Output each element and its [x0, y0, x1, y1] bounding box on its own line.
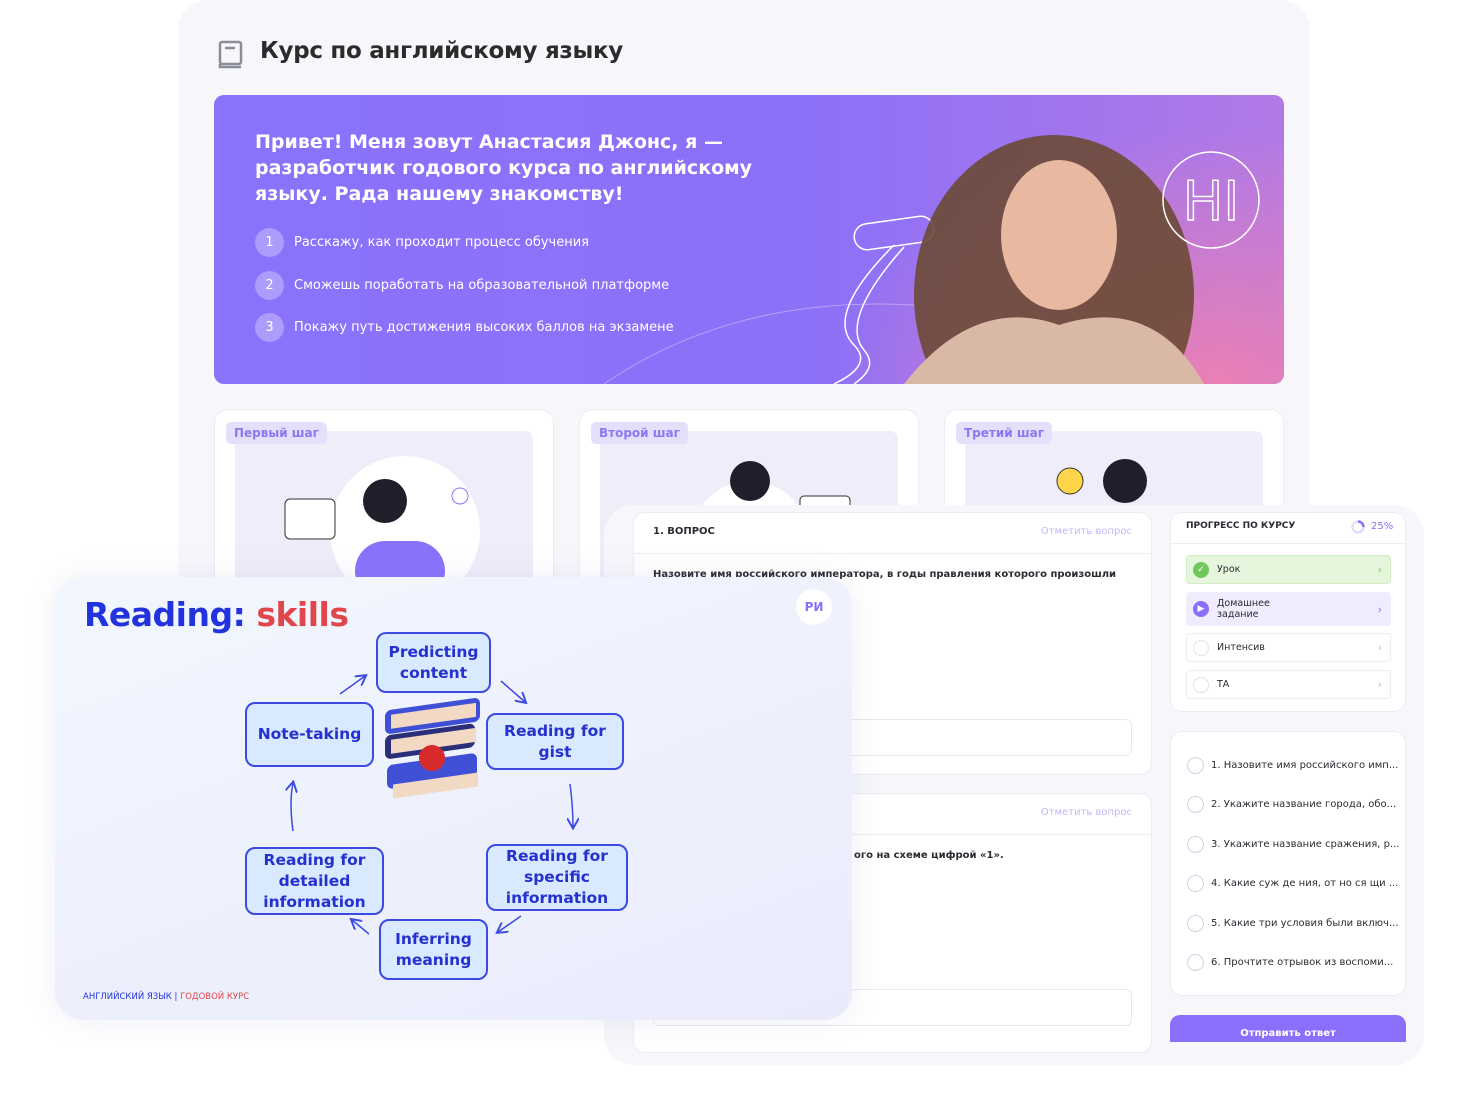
step-tag: Второй шаг — [591, 422, 688, 444]
arrow — [339, 676, 365, 695]
step-tag: Третий шаг — [956, 422, 1052, 444]
progress-item-ta[interactable]: ТА › — [1186, 670, 1391, 699]
chevron-right-icon: › — [1377, 641, 1382, 654]
chevron-right-icon: › — [1377, 602, 1382, 616]
hi-bubble-text: HI — [1183, 170, 1240, 233]
apple-icon — [419, 745, 445, 771]
item-label: Урок — [1217, 564, 1241, 575]
question-list-item[interactable]: 5. Какие три условия были включ... — [1187, 915, 1399, 932]
page-title: Курс по английскому языку — [260, 38, 623, 64]
question-text: ого на схеме цифрой «1». — [854, 850, 1004, 861]
item-label: 4. Какие суж де ния, от но ся щи ... — [1211, 878, 1399, 889]
status-circle-icon — [1193, 676, 1209, 693]
item-label: 1. Назовите имя российского имп... — [1211, 760, 1399, 771]
arrow — [352, 920, 370, 935]
item-label: 3. Укажите название сражения, р... — [1211, 839, 1400, 850]
question-list-item[interactable]: 4. Какие суж де ния, от но ся щи ... — [1187, 875, 1398, 892]
chevron-right-icon: › — [1377, 678, 1382, 691]
question-list-item[interactable]: 2. Укажите название города, обо... — [1187, 796, 1396, 813]
submit-label: Отправить ответ — [1240, 1028, 1336, 1039]
radio-icon — [1187, 915, 1204, 932]
progress-item-lesson[interactable]: ✓ Урок › — [1186, 555, 1391, 584]
books-icon — [385, 698, 480, 799]
progress-item-intensive[interactable]: Интенсив › — [1186, 633, 1391, 662]
chevron-right-icon: › — [1377, 563, 1382, 576]
mark-question-link[interactable]: Отметить вопрос — [1041, 807, 1132, 818]
course-progress-panel: ПРОГРЕСС ПО КУРСУ 25% ✓ Урок › ▶ Домашнее з… — [1170, 512, 1406, 712]
question-label: 1. ВОПРОС — [653, 526, 715, 537]
mark-question-link[interactable]: Отметить вопрос — [1041, 526, 1132, 537]
arrow — [498, 915, 522, 932]
cycle-arrows — [55, 577, 852, 935]
banner-decoration: HI — [603, 135, 1260, 384]
progress-item-homework[interactable]: ▶ Домашнее задание › — [1186, 592, 1391, 626]
question-list-item[interactable]: 6. Прочтите отрывок из воспоми... — [1187, 954, 1393, 971]
progress-percent: 25% — [1371, 521, 1394, 532]
reading-skills-slide: Reading: skills РИ Predicting content Re… — [55, 577, 852, 1020]
question-list-item[interactable]: 3. Укажите название сражения, р... — [1187, 836, 1399, 853]
divider — [1171, 543, 1405, 544]
item-label: Домашнее задание — [1217, 598, 1270, 620]
progress-ring-icon — [1351, 520, 1365, 534]
woman-photo — [904, 135, 1204, 384]
item-label: 2. Укажите название города, обо... — [1211, 799, 1397, 810]
radio-icon — [1187, 875, 1204, 892]
divider — [634, 553, 1151, 554]
item-label: 6. Прочтите отрывок из воспоми... — [1211, 957, 1394, 968]
radio-icon — [1187, 757, 1204, 774]
item-label: Интенсив — [1217, 642, 1265, 653]
book-icon — [218, 40, 243, 69]
progress-title: ПРОГРЕСС ПО КУРСУ — [1186, 521, 1296, 531]
intro-banner: Привет! Меня зовут Анастасия Джонс, я — … — [214, 95, 1284, 384]
footer-sep: | — [171, 992, 181, 1002]
arrow — [291, 783, 293, 832]
radio-icon — [1187, 836, 1204, 853]
step-illustration — [235, 431, 533, 591]
status-circle-icon — [1193, 639, 1209, 656]
step-tag: Первый шаг — [226, 422, 327, 444]
submit-answer-button[interactable]: Отправить ответ — [1170, 1015, 1406, 1042]
slide-footer: АНГЛИЙСКИЙ ЯЗЫК | ГОДОВОЙ КУРС — [83, 992, 249, 1002]
check-icon: ✓ — [1193, 561, 1209, 578]
radio-icon — [1187, 796, 1204, 813]
footer-part: АНГЛИЙСКИЙ ЯЗЫК — [83, 992, 172, 1002]
item-label: ТА — [1217, 679, 1230, 690]
arrow — [570, 783, 573, 827]
questions-list: 1. Назовите имя российского имп... 2. Ук… — [1170, 731, 1406, 996]
play-icon: ▶ — [1193, 601, 1209, 617]
question-list-item[interactable]: 1. Назовите имя российского имп... — [1187, 757, 1398, 774]
arrow — [500, 680, 525, 702]
item-label: 5. Какие три условия были включ... — [1211, 918, 1399, 929]
footer-part: ГОДОВОЙ КУРС — [180, 992, 250, 1002]
radio-icon — [1187, 954, 1204, 971]
